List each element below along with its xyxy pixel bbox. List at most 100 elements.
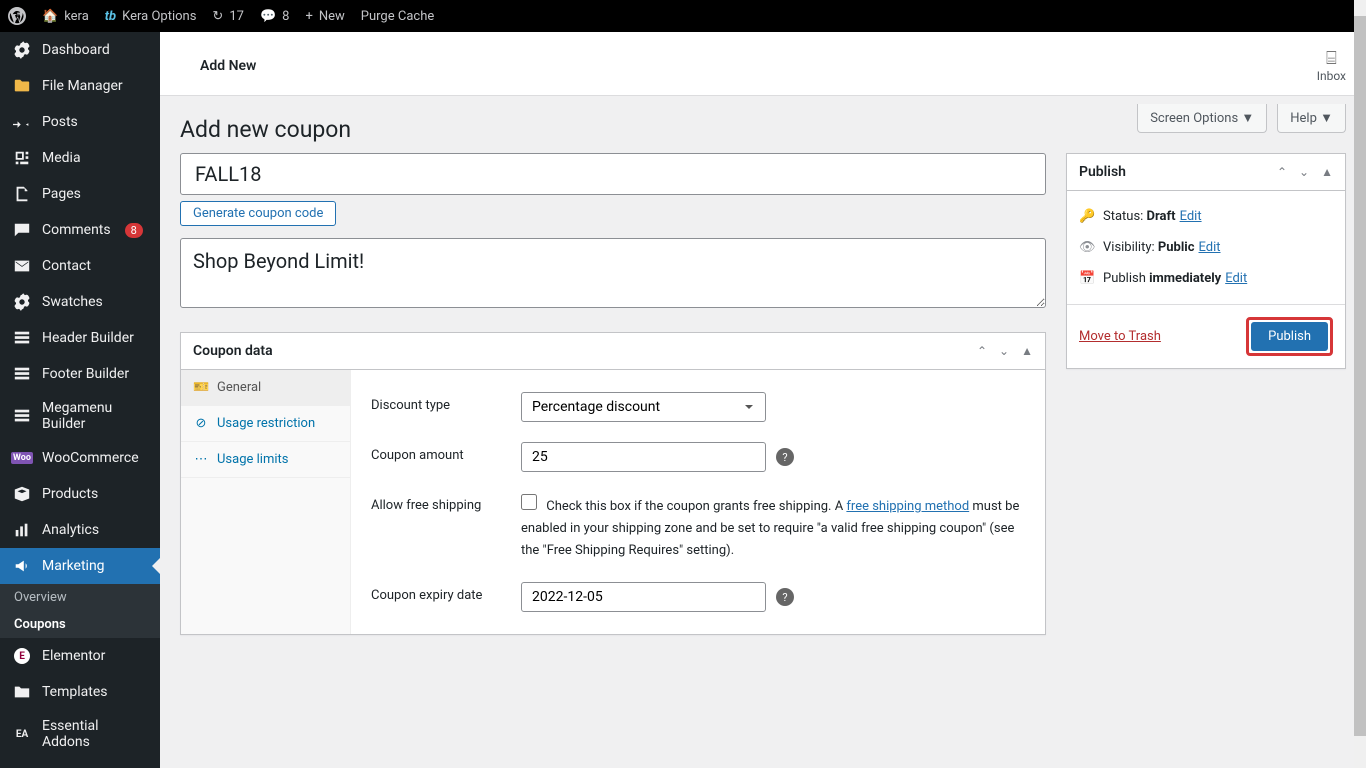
edit-date-link[interactable]: Edit: [1225, 271, 1247, 286]
menu-icon: Woo: [12, 448, 32, 468]
menu-icon: [12, 328, 32, 348]
submenu-item-overview[interactable]: Overview: [0, 584, 160, 611]
sidebar-item-media[interactable]: Media: [0, 140, 160, 176]
submenu-item-coupons[interactable]: Coupons: [0, 611, 160, 638]
page-header-title: Add New: [200, 58, 256, 74]
coupon-data-title: Coupon data: [193, 343, 273, 359]
menu-icon: EA: [12, 724, 32, 744]
triangle-up-icon[interactable]: ▲: [1021, 344, 1033, 358]
sidebar-item-posts[interactable]: Posts: [0, 104, 160, 140]
chevron-down-icon[interactable]: ⌄: [1299, 165, 1309, 179]
menu-icon: [12, 76, 32, 96]
edit-status-link[interactable]: Edit: [1180, 209, 1202, 224]
tab-icon: ⋯: [193, 452, 209, 467]
help-tip-icon[interactable]: ?: [776, 448, 794, 466]
toolbar-comments[interactable]: 💬8: [260, 9, 290, 24]
publish-box: Publish ⌃ ⌄ ▲ 🔑 Status: DraftEdit: [1066, 153, 1346, 369]
key-icon: 🔑: [1079, 209, 1095, 224]
menu-icon: [12, 364, 32, 384]
coupon-tab-general[interactable]: 🎫General: [181, 370, 350, 406]
calendar-icon: 📅: [1079, 271, 1095, 286]
toolbar-updates[interactable]: ↻17: [212, 9, 244, 24]
move-to-trash-link[interactable]: Move to Trash: [1079, 329, 1161, 344]
menu-icon: [12, 520, 32, 540]
menu-icon: [12, 220, 32, 240]
sidebar-item-swatches[interactable]: Swatches: [0, 284, 160, 320]
expiry-date-label: Coupon expiry date: [371, 582, 521, 603]
menu-icon: [12, 112, 32, 132]
scrollbar[interactable]: [1354, 0, 1366, 768]
help-button[interactable]: Help ▼: [1277, 104, 1346, 133]
menu-icon: [12, 148, 32, 168]
coupon-tab-usage-limits[interactable]: ⋯Usage limits: [181, 442, 350, 478]
toolbar-theme-options[interactable]: tbKera Options: [105, 9, 197, 24]
page-header: Add New ⌸ Inbox: [160, 32, 1366, 96]
sidebar-item-woocommerce[interactable]: WooWooCommerce: [0, 440, 160, 476]
menu-icon: [12, 256, 32, 276]
publish-button-highlight: Publish: [1246, 317, 1333, 356]
menu-icon: [12, 682, 32, 702]
menu-icon: [12, 406, 32, 426]
menu-icon: [12, 292, 32, 312]
free-shipping-method-link[interactable]: free shipping method: [846, 499, 969, 514]
publish-button[interactable]: Publish: [1251, 322, 1328, 351]
tab-icon: 🎫: [193, 380, 209, 395]
sidebar-item-megamenu-builder[interactable]: Megamenu Builder: [0, 392, 160, 440]
sidebar-item-comments[interactable]: Comments8: [0, 212, 160, 248]
sidebar-item-elementor[interactable]: EElementor: [0, 638, 160, 674]
coupon-tab-usage-restriction[interactable]: ⊘Usage restriction: [181, 406, 350, 442]
toolbar-site[interactable]: 🏠kera: [42, 9, 89, 24]
refresh-icon: ↻: [212, 9, 223, 24]
screen-options-button[interactable]: Screen Options ▼: [1137, 104, 1267, 133]
coupon-tabs: 🎫General⊘Usage restriction⋯Usage limits: [181, 370, 351, 634]
toolbar-new[interactable]: +New: [305, 9, 344, 24]
sidebar-item-footer-builder[interactable]: Footer Builder: [0, 356, 160, 392]
coupon-amount-input[interactable]: [521, 442, 766, 472]
sidebar-item-dashboard[interactable]: Dashboard: [0, 32, 160, 68]
wordpress-logo[interactable]: [8, 7, 26, 25]
publish-box-title: Publish: [1079, 164, 1126, 180]
badge: 8: [125, 223, 143, 238]
menu-icon: [12, 184, 32, 204]
sidebar-item-contact[interactable]: Contact: [0, 248, 160, 284]
sidebar-item-templates[interactable]: Templates: [0, 674, 160, 710]
coupon-data-box: Coupon data ⌃ ⌄ ▲ 🎫General⊘Usage restric…: [180, 332, 1046, 635]
edit-visibility-link[interactable]: Edit: [1199, 240, 1221, 255]
sidebar-item-pages[interactable]: Pages: [0, 176, 160, 212]
sidebar-item-products[interactable]: Products: [0, 476, 160, 512]
free-shipping-checkbox[interactable]: [521, 494, 537, 510]
chevron-up-icon[interactable]: ⌃: [977, 344, 987, 358]
menu-icon: [12, 40, 32, 60]
eye-icon: 👁: [1079, 240, 1095, 255]
coupon-description-input[interactable]: [180, 238, 1046, 308]
sidebar-item-analytics[interactable]: Analytics: [0, 512, 160, 548]
coupon-code-input[interactable]: [180, 153, 1046, 195]
toolbar-purge-cache[interactable]: Purge Cache: [361, 9, 434, 24]
discount-type-select[interactable]: Percentage discount: [521, 392, 766, 422]
menu-icon: [12, 484, 32, 504]
admin-toolbar: 🏠kera tbKera Options ↻17 💬8 +New Purge C…: [0, 0, 1366, 32]
sidebar-item-file-manager[interactable]: File Manager: [0, 68, 160, 104]
menu-icon: [12, 556, 32, 576]
plus-icon: +: [305, 9, 312, 24]
coupon-amount-label: Coupon amount: [371, 442, 521, 463]
inbox-icon: ⌸: [1317, 48, 1346, 69]
discount-type-label: Discount type: [371, 392, 521, 413]
theme-logo-icon: tb: [105, 9, 116, 24]
tab-icon: ⊘: [193, 416, 209, 431]
chevron-down-icon[interactable]: ⌄: [999, 344, 1009, 358]
generate-coupon-button[interactable]: Generate coupon code: [180, 201, 336, 226]
free-shipping-label: Allow free shipping: [371, 492, 521, 513]
help-tip-icon[interactable]: ?: [776, 588, 794, 606]
sidebar-item-header-builder[interactable]: Header Builder: [0, 320, 160, 356]
triangle-up-icon[interactable]: ▲: [1321, 165, 1333, 179]
home-icon: 🏠: [42, 9, 58, 24]
menu-icon: E: [12, 646, 32, 666]
admin-sidebar: DashboardFile ManagerPostsMediaPagesComm…: [0, 32, 160, 768]
sidebar-item-marketing[interactable]: Marketing: [0, 548, 160, 584]
inbox-button[interactable]: ⌸ Inbox: [1317, 48, 1346, 83]
content-area: Add New ⌸ Inbox Screen Options ▼ Help ▼ …: [160, 32, 1366, 768]
sidebar-item-essential-addons[interactable]: EAEssential Addons: [0, 710, 160, 758]
chevron-up-icon[interactable]: ⌃: [1277, 165, 1287, 179]
expiry-date-input[interactable]: [521, 582, 766, 612]
